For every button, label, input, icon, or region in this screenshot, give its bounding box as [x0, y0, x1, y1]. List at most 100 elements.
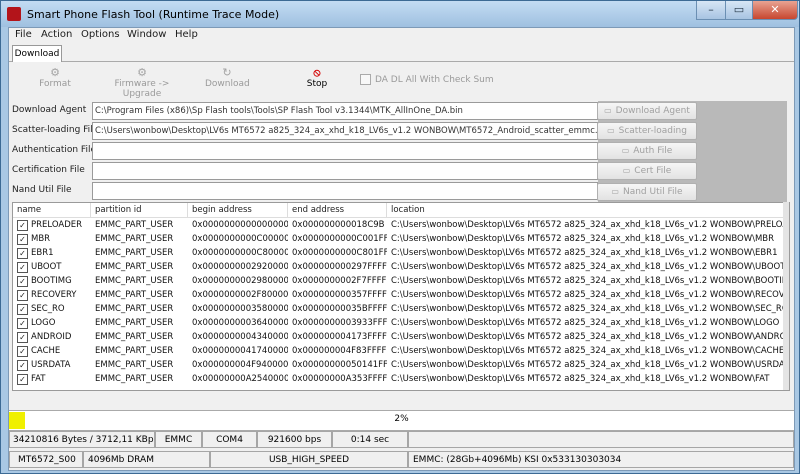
cert-label: Certification File — [12, 165, 85, 175]
table-row[interactable]: ✓ RECOVERY EMMC_PART_USER 0x0000000002F8000… — [13, 288, 789, 302]
table-scrollbar[interactable] — [783, 202, 789, 390]
cell-name: RECOVERY — [31, 290, 77, 300]
cert-file-button-label: Cert File — [634, 166, 672, 176]
row-checkbox[interactable]: ✓ — [17, 374, 28, 385]
scatter-loading-button-label: Scatter-loading — [618, 126, 687, 136]
cell-location: C:\Users\wonbow\Desktop\LV6s MT6572 a825… — [391, 290, 789, 300]
row-checkbox[interactable]: ✓ — [17, 262, 28, 273]
row-checkbox[interactable]: ✓ — [17, 346, 28, 357]
cell-location: C:\Users\wonbow\Desktop\LV6s MT6572 a825… — [391, 220, 789, 230]
nand-util-button[interactable]: ▭ Nand Util File — [597, 183, 697, 201]
status-transfer: 34210816 Bytes / 3712,11 KBps — [9, 431, 155, 448]
scatter-loading-button[interactable]: ▭ Scatter-loading — [597, 122, 697, 140]
menu-window[interactable]: Window — [127, 29, 166, 40]
row-checkbox[interactable]: ✓ — [17, 276, 28, 287]
menu-help[interactable]: Help — [175, 29, 198, 40]
cell-end-address: 0x00000000050141FFF — [292, 360, 387, 370]
download-button[interactable]: ↻ Download — [205, 66, 250, 89]
table-row[interactable]: ✓ CACHE EMMC_PART_USER 0x0000000041740000 0x… — [13, 344, 789, 358]
download-agent-label: Download Agent — [12, 105, 87, 115]
row-checkbox[interactable]: ✓ — [17, 234, 28, 245]
cell-partition-id: EMMC_PART_USER — [95, 290, 174, 300]
table-row[interactable]: ✓ LOGO EMMC_PART_USER 0x0000000003640000 0x0… — [13, 316, 789, 330]
status-port: COM4 — [202, 431, 257, 448]
table-row[interactable]: ✓ EBR1 EMMC_PART_USER 0x0000000000C80000 0x0… — [13, 246, 789, 260]
column-header-partition-id[interactable]: partition id — [91, 203, 188, 217]
cert-field[interactable] — [92, 162, 598, 180]
folder-icon: ▭ — [621, 146, 630, 155]
da-checksum-checkbox[interactable] — [360, 74, 371, 85]
cell-name: SEC_RO — [31, 304, 65, 314]
cell-begin-address: 0x0000000002980000 — [192, 276, 288, 286]
row-checkbox[interactable]: ✓ — [17, 248, 28, 259]
cell-partition-id: EMMC_PART_USER — [95, 220, 174, 230]
cell-begin-address: 0x0000000003640000 — [192, 318, 288, 328]
cell-begin-address: 0x0000000000C00000 — [192, 234, 288, 244]
scatter-field[interactable]: C:\Users\wonbow\Desktop\LV6s MT6572 a825… — [92, 122, 598, 140]
row-checkbox[interactable]: ✓ — [17, 318, 28, 329]
row-checkbox[interactable]: ✓ — [17, 220, 28, 231]
column-header-name[interactable]: name — [13, 203, 91, 217]
auth-file-button[interactable]: ▭ Auth File — [597, 142, 697, 160]
cell-name: FAT — [31, 374, 46, 384]
table-row[interactable]: ✓ UBOOT EMMC_PART_USER 0x0000000002920000 0x… — [13, 260, 789, 274]
cell-begin-address: 0x0000000004340000 — [192, 332, 288, 342]
row-checkbox[interactable]: ✓ — [17, 332, 28, 343]
download-agent-field[interactable]: C:\Program Files (x86)\Sp Flash tools\To… — [92, 102, 598, 120]
cert-file-button[interactable]: ▭ Cert File — [597, 162, 697, 180]
tab-download[interactable]: Download — [12, 45, 62, 62]
row-checkbox[interactable]: ✓ — [17, 290, 28, 301]
column-header-end-address[interactable]: end address — [288, 203, 387, 217]
cell-location: C:\Users\wonbow\Desktop\LV6s MT6572 a825… — [391, 332, 789, 342]
cell-end-address: 0x0000000000C801FF — [292, 248, 387, 258]
status-storage: EMMC — [155, 431, 202, 448]
cell-name: USRDATA — [31, 360, 71, 370]
toolbar: ⚙ Format ⚙ Firmware -> Upgrade ↻ Downloa… — [9, 62, 794, 100]
cell-end-address: 0x0000000000C001FF — [292, 234, 387, 244]
table-row[interactable]: ✓ MBR EMMC_PART_USER 0x0000000000C00000 0x00… — [13, 232, 789, 246]
firmware-upgrade-icon: ⚙ — [137, 66, 147, 79]
status-emmc: EMMC: (28Gb+4096Mb) KSI 0x533130303034 — [408, 451, 794, 468]
cell-partition-id: EMMC_PART_USER — [95, 346, 174, 356]
row-checkbox[interactable]: ✓ — [17, 360, 28, 371]
cell-location: C:\Users\wonbow\Desktop\LV6s MT6572 a825… — [391, 360, 789, 370]
menu-action[interactable]: Action — [41, 29, 72, 40]
da-checksum-option[interactable]: DA DL All With Check Sum — [360, 74, 494, 85]
menu-file[interactable]: File — [15, 29, 32, 40]
download-agent-button[interactable]: ▭ Download Agent — [597, 102, 697, 120]
cell-end-address: 0x000000000297FFFF — [292, 262, 387, 272]
stop-label: Stop — [306, 79, 328, 89]
menu-options[interactable]: Options — [81, 29, 120, 40]
auth-field[interactable] — [92, 142, 598, 160]
table-row[interactable]: ✓ ANDROID EMMC_PART_USER 0x0000000004340000… — [13, 330, 789, 344]
cell-location: C:\Users\wonbow\Desktop\LV6s MT6572 a825… — [391, 262, 786, 272]
scatter-label: Scatter-loading File — [12, 125, 99, 135]
table-row[interactable]: ✓ SEC_RO EMMC_PART_USER 0x0000000003580000 0… — [13, 302, 789, 316]
cell-end-address: 0x00000000035BFFFF — [292, 304, 387, 314]
stop-button[interactable]: ⦸ Stop — [304, 66, 330, 89]
table-row[interactable]: ✓ FAT EMMC_PART_USER 0x00000000A2540000 0x00… — [13, 372, 789, 386]
firmware-upgrade-label: Firmware -> Upgrade — [114, 79, 170, 99]
cell-partition-id: EMMC_PART_USER — [95, 276, 174, 286]
table-row[interactable]: ✓ PRELOADER EMMC_PART_USER 0x00000000000000… — [13, 218, 789, 232]
cell-end-address: 0x000000000018C9B — [292, 220, 385, 230]
cell-begin-address: 0x000000004F940000 — [192, 360, 288, 370]
cell-name: EBR1 — [31, 248, 54, 258]
format-button[interactable]: ⚙ Format — [39, 66, 71, 89]
row-checkbox[interactable]: ✓ — [17, 304, 28, 315]
status-bar-1: 34210816 Bytes / 3712,11 KBps EMMC COM4 … — [9, 431, 794, 449]
close-button[interactable]: ✕ — [752, 1, 798, 20]
firmware-upgrade-button[interactable]: ⚙ Firmware -> Upgrade — [99, 66, 185, 99]
cell-name: BOOTIMG — [31, 276, 72, 286]
minimize-button[interactable]: – — [696, 1, 726, 20]
cell-end-address: 0x0000000002F7FFFF — [292, 276, 387, 286]
maximize-button[interactable]: ▭ — [725, 1, 753, 20]
nand-field[interactable] — [92, 182, 598, 200]
cell-location: C:\Users\wonbow\Desktop\LV6s MT6572 a825… — [391, 276, 789, 286]
table-row[interactable]: ✓ USRDATA EMMC_PART_USER 0x000000004F940000… — [13, 358, 789, 372]
table-row[interactable]: ✓ BOOTIMG EMMC_PART_USER 0x0000000002980000… — [13, 274, 789, 288]
title-bar[interactable]: Smart Phone Flash Tool (Runtime Trace Mo… — [1, 1, 799, 27]
column-header-begin-address[interactable]: begin address — [188, 203, 288, 217]
window-title: Smart Phone Flash Tool (Runtime Trace Mo… — [27, 8, 280, 21]
column-header-location[interactable]: location — [387, 203, 789, 217]
